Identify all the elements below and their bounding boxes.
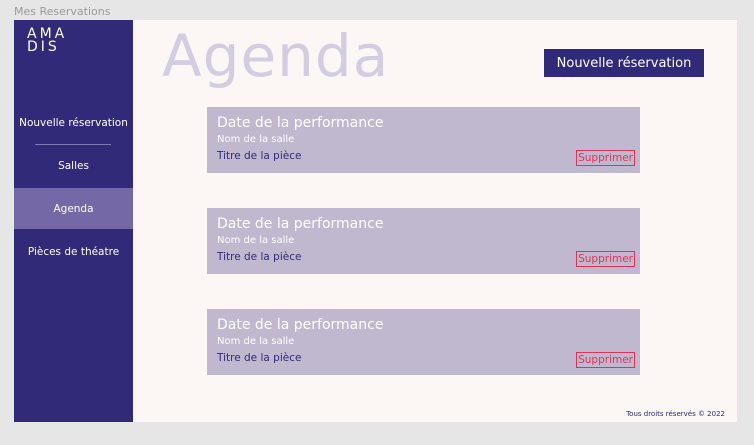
footer-copyright: Tous droits réservés © 2022 (626, 410, 725, 418)
sidebar-item-pieces-de-theatre[interactable]: Pièces de théatre (14, 246, 133, 258)
reservation-card: Date de la performance Nom de la salle T… (207, 208, 640, 274)
sidebar-item-salles[interactable]: Salles (14, 160, 133, 172)
piece-title: Titre de la pièce (217, 251, 302, 263)
delete-button[interactable]: Supprimer (576, 251, 635, 267)
piece-title: Titre de la pièce (217, 352, 302, 364)
new-reservation-button[interactable]: Nouvelle réservation (544, 49, 704, 77)
logo: AMA DIS (27, 27, 67, 55)
delete-button[interactable]: Supprimer (576, 352, 635, 368)
room-name: Nom de la salle (217, 336, 295, 347)
app-window: AMA DIS Nouvelle réservation Salles Agen… (14, 20, 737, 422)
performance-date: Date de la performance (217, 317, 384, 333)
sidebar-divider (35, 144, 111, 145)
performance-date: Date de la performance (217, 216, 384, 232)
reservation-card: Date de la performance Nom de la salle T… (207, 309, 640, 375)
frame-label: Mes Reservations (14, 5, 111, 18)
sidebar-item-nouvelle-reservation[interactable]: Nouvelle réservation (14, 117, 133, 129)
page-title: Agenda (162, 22, 390, 90)
delete-button[interactable]: Supprimer (576, 150, 635, 166)
room-name: Nom de la salle (217, 235, 295, 246)
reservation-card: Date de la performance Nom de la salle T… (207, 107, 640, 173)
sidebar: AMA DIS Nouvelle réservation Salles Agen… (14, 20, 133, 422)
performance-date: Date de la performance (217, 115, 384, 131)
logo-line-2: DIS (27, 39, 60, 55)
sidebar-item-agenda[interactable]: Agenda (14, 203, 133, 215)
room-name: Nom de la salle (217, 134, 295, 145)
piece-title: Titre de la pièce (217, 150, 302, 162)
